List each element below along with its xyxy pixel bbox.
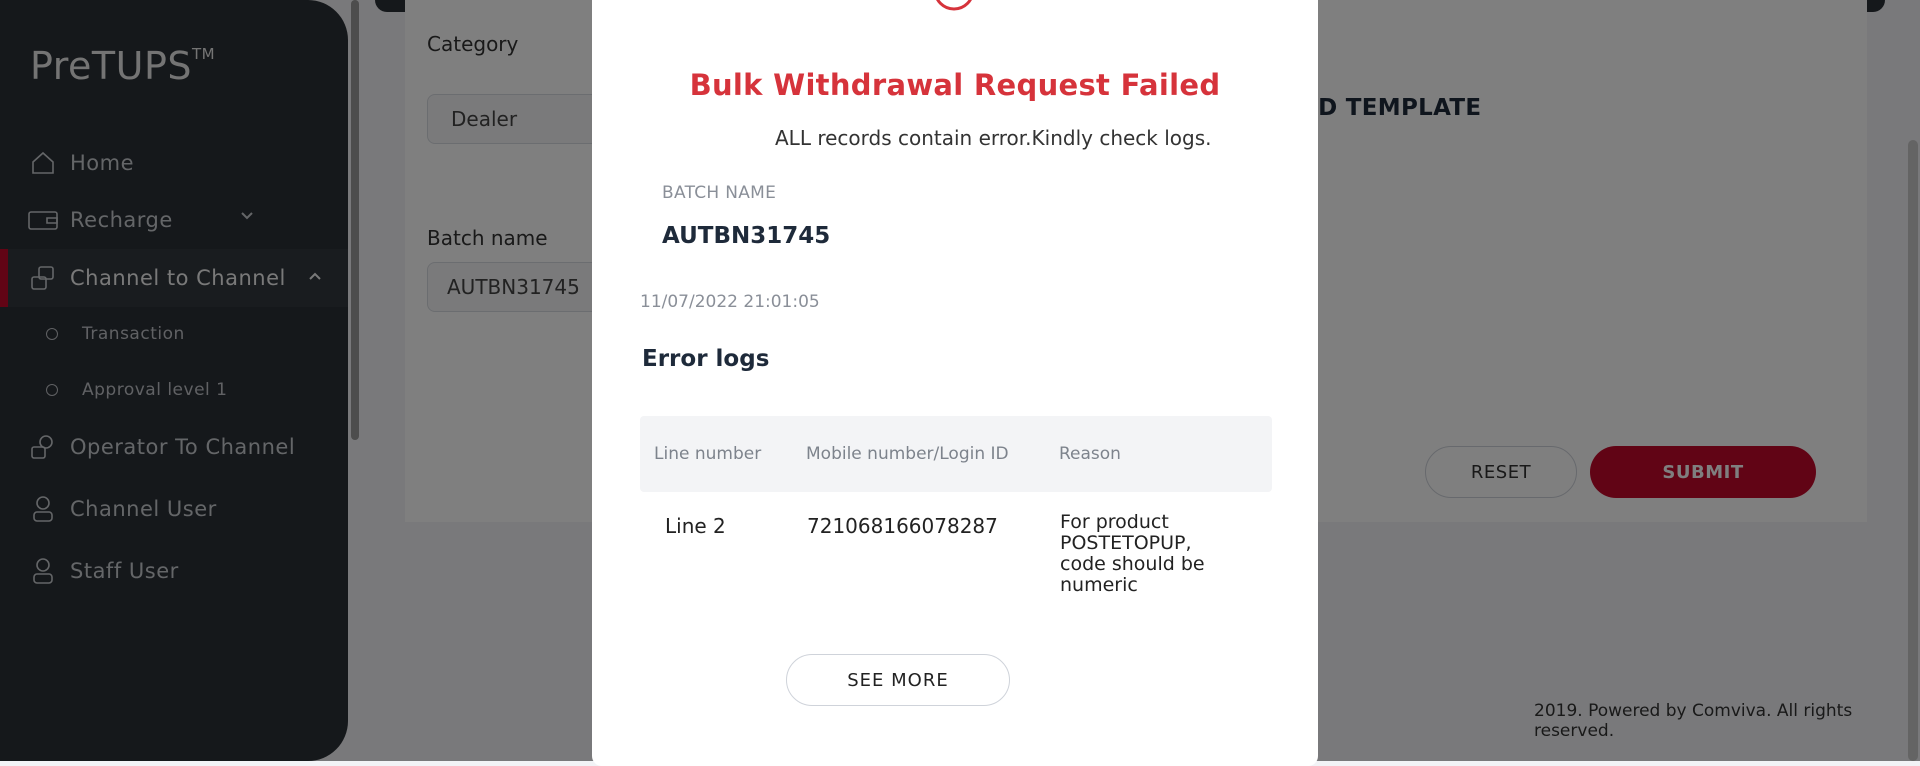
- modal-title: Bulk Withdrawal Request Failed: [689, 68, 1221, 102]
- column-header-reason: Reason: [1059, 444, 1121, 464]
- cell-mobile: 721068166078287: [807, 514, 998, 538]
- column-header-mobile: Mobile number/Login ID: [806, 444, 1009, 464]
- error-modal: Bulk Withdrawal Request Failed ALL recor…: [592, 0, 1318, 766]
- error-circle-icon: [932, 0, 976, 12]
- cell-reason: For product POSTETOPUP, code should be n…: [1060, 511, 1205, 596]
- timestamp: 11/07/2022 21:01:05: [640, 292, 820, 312]
- see-more-button[interactable]: SEE MORE: [786, 654, 1010, 706]
- batch-name-label: BATCH NAME: [662, 183, 777, 203]
- batch-name-value: AUTBN31745: [662, 223, 831, 249]
- error-logs-title: Error logs: [642, 346, 770, 372]
- modal-message: ALL records contain error.Kindly check l…: [775, 126, 1212, 150]
- column-header-line-number: Line number: [654, 444, 762, 464]
- cell-line-number: Line 2: [665, 514, 726, 538]
- error-table-header: Line number Mobile number/Login ID Reaso…: [640, 416, 1272, 492]
